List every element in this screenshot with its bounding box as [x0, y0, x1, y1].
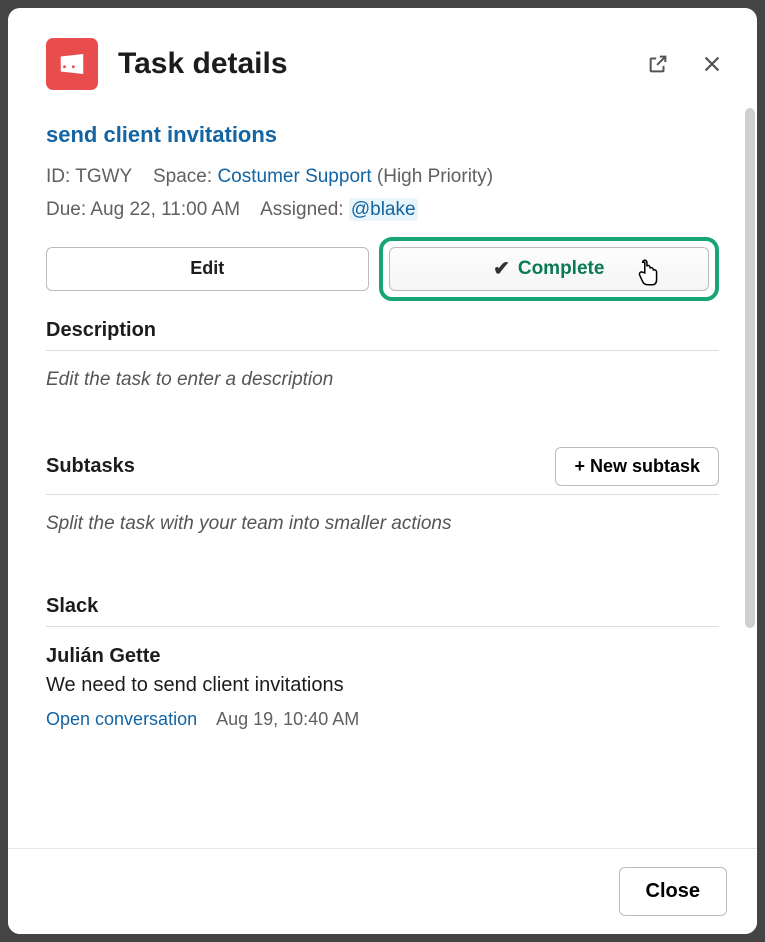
divider — [46, 626, 719, 627]
subtasks-header-row: Subtasks + New subtask — [46, 447, 719, 486]
subtasks-placeholder: Split the task with your team into small… — [46, 513, 719, 535]
close-icon[interactable] — [697, 49, 727, 79]
modal-footer: Close — [8, 848, 757, 934]
open-external-icon[interactable] — [643, 49, 673, 79]
description-placeholder: Edit the task to enter a description — [46, 369, 719, 391]
app-icon — [46, 38, 98, 90]
modal-body: send client invitations ID: TGWY Space: … — [8, 108, 757, 848]
id-value: TGWY — [75, 166, 132, 187]
due-value: Aug 22, 11:00 AM — [90, 199, 240, 220]
slack-timestamp: Aug 19, 10:40 AM — [216, 709, 359, 729]
task-meta: ID: TGWY Space: Costumer Support (High P… — [46, 160, 719, 227]
close-button[interactable]: Close — [619, 867, 727, 916]
modal-header: Task details — [8, 8, 757, 108]
header-actions — [643, 49, 727, 79]
divider — [46, 350, 719, 351]
id-label: ID: — [46, 166, 70, 187]
due-label: Due: — [46, 199, 86, 220]
priority-text: (High Priority) — [377, 166, 493, 187]
subtasks-heading: Subtasks — [46, 455, 135, 478]
space-link[interactable]: Costumer Support — [217, 166, 371, 187]
check-icon: ✔ — [493, 256, 510, 281]
description-heading: Description — [46, 319, 719, 342]
assigned-label: Assigned: — [260, 199, 343, 220]
complete-button[interactable]: ✔ Complete — [389, 247, 710, 291]
divider — [46, 494, 719, 495]
scrollbar[interactable] — [745, 108, 755, 628]
slack-heading: Slack — [46, 595, 719, 618]
slack-meta: Open conversation Aug 19, 10:40 AM — [46, 709, 719, 730]
assignee-mention[interactable]: @blake — [349, 198, 418, 221]
complete-highlight: ✔ Complete — [379, 237, 720, 301]
slack-author: Julián Gette — [46, 645, 719, 668]
modal-title: Task details — [118, 47, 623, 81]
task-action-row: Edit ✔ Complete — [46, 247, 719, 291]
complete-label: Complete — [518, 258, 605, 280]
task-title[interactable]: send client invitations — [46, 122, 719, 148]
open-conversation-link[interactable]: Open conversation — [46, 709, 197, 729]
space-label: Space: — [153, 166, 212, 187]
task-details-modal: Task details send client invitations ID:… — [8, 8, 757, 934]
edit-button[interactable]: Edit — [46, 247, 369, 291]
new-subtask-button[interactable]: + New subtask — [555, 447, 719, 486]
slack-message: We need to send client invitations — [46, 674, 719, 697]
